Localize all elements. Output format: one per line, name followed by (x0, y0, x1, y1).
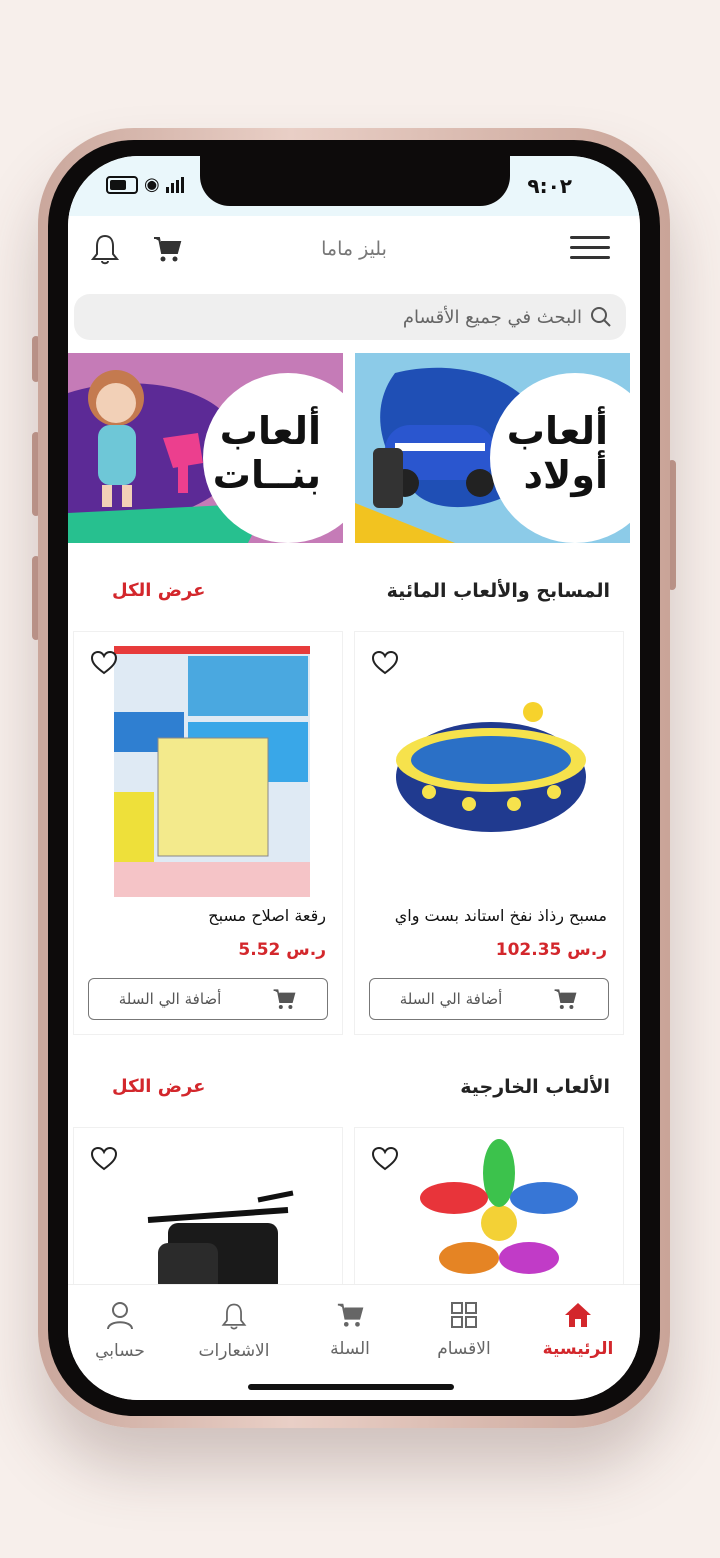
banner-label: ألعاب أولاد (506, 409, 608, 497)
heart-icon[interactable] (371, 650, 399, 676)
nav-label: حسابي (95, 1341, 145, 1361)
product-image-pool (396, 702, 586, 832)
product-card-patch[interactable]: رقعة اصلاح مسبح 5.52 ر.س أضافة الي السلة (74, 632, 342, 1034)
product-name: رقعة اصلاح مسبح (208, 906, 326, 925)
bell-icon[interactable] (90, 232, 120, 266)
wifi-icon: ◉ (144, 174, 160, 195)
search-input[interactable]: البحث في جميع الأقسام (74, 294, 626, 340)
banner-boys-toys[interactable]: ألعاب أولاد (355, 353, 630, 543)
status-icons: ◉ (106, 176, 184, 194)
product-card-windmill[interactable] (355, 1128, 623, 1288)
product-image-scooter (147, 1190, 294, 1288)
nav-label: السلة (330, 1339, 370, 1359)
notch (200, 156, 510, 206)
user-icon (107, 1302, 133, 1330)
product-image-patch (114, 646, 310, 897)
product-image-windmill (420, 1139, 578, 1274)
nav-label: الاقسام (437, 1339, 491, 1359)
nav-categories[interactable]: الاقسام (412, 1301, 516, 1359)
nav-home[interactable]: الرئيسية (526, 1301, 630, 1359)
cart-icon[interactable] (152, 234, 182, 264)
view-all-outdoor-link[interactable]: عرض الكل (112, 1076, 205, 1097)
banner-label: ألعاب بنــات (212, 409, 321, 497)
home-icon (565, 1303, 591, 1327)
add-to-cart-button[interactable]: أضافة الي السلة (88, 978, 328, 1020)
status-time: ٩:٠٢ (527, 174, 572, 198)
section-title-outdoor: الألعاب الخارجية (460, 1076, 610, 1098)
heart-icon[interactable] (90, 1146, 118, 1172)
status-bar: ◉ ٩:٠٢ (68, 156, 640, 216)
signal-icon (165, 177, 184, 193)
nav-label: الرئيسية (542, 1339, 614, 1359)
product-card-scooter[interactable] (74, 1128, 342, 1288)
banner-girls-toys[interactable]: ألعاب بنــات (68, 353, 343, 543)
product-name: مسبح رذاذ نفخ استاند بست واي (394, 906, 607, 925)
product-price: 102.35 ر.س (495, 940, 607, 960)
battery-icon (106, 176, 138, 194)
add-to-cart-label: أضافة الي السلة (118, 990, 222, 1008)
section-title-pools: المسابح والألعاب المائية (386, 580, 610, 602)
nav-cart[interactable]: السلة (298, 1301, 402, 1359)
heart-icon[interactable] (90, 650, 118, 676)
cart-icon (337, 1303, 364, 1327)
bottom-navigation: الرئيسية الاقسام السلة الاشعارات حسابي (68, 1284, 640, 1400)
add-to-cart-label: أضافة الي السلة (399, 990, 503, 1008)
cart-icon (554, 989, 577, 1009)
search-placeholder: البحث في جميع الأقسام (402, 306, 582, 328)
add-to-cart-button[interactable]: أضافة الي السلة (369, 978, 609, 1020)
product-card-pool[interactable]: مسبح رذاذ نفخ استاند بست واي 102.35 ر.س … (355, 632, 623, 1034)
search-icon (591, 307, 611, 327)
heart-icon[interactable] (371, 1146, 399, 1172)
grid-icon (451, 1302, 477, 1328)
bell-icon (221, 1303, 247, 1330)
nav-notifications[interactable]: الاشعارات (182, 1301, 286, 1361)
nav-account[interactable]: حسابي (68, 1301, 172, 1361)
home-indicator[interactable] (248, 1384, 454, 1390)
app-header: بليز ماما (68, 216, 640, 290)
view-all-pools-link[interactable]: عرض الكل (112, 580, 205, 601)
product-price: 5.52 ر.س (238, 940, 326, 960)
nav-label: الاشعارات (198, 1341, 270, 1361)
cart-icon (273, 989, 296, 1009)
app-screen: ◉ ٩:٠٢ بليز ماما البحث في جميع الأقسام أ… (68, 156, 640, 1400)
